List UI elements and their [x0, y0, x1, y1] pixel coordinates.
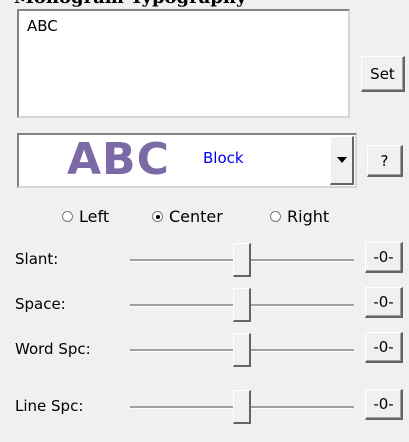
radio-circle-icon	[62, 211, 73, 222]
radio-circle-icon	[270, 211, 281, 222]
space-label: Space:	[15, 295, 66, 313]
monogram-text-input[interactable]: ABC	[17, 9, 350, 118]
align-right-radio[interactable]: Right	[270, 207, 329, 226]
chevron-down-icon	[336, 157, 347, 163]
line-spacing-reset-button[interactable]: -0-	[365, 389, 403, 420]
word-spacing-slider-thumb[interactable]	[233, 333, 251, 367]
set-button[interactable]: Set	[361, 56, 405, 92]
slant-label: Slant:	[15, 250, 59, 268]
font-name-label: Block	[203, 149, 244, 167]
dropdown-button[interactable]	[330, 136, 354, 185]
align-center-label: Center	[169, 207, 223, 226]
slant-slider-thumb[interactable]	[233, 243, 251, 277]
space-slider-thumb[interactable]	[233, 288, 251, 322]
font-style-dropdown[interactable]: ABC Block	[17, 133, 357, 188]
align-left-radio[interactable]: Left	[62, 207, 109, 226]
align-left-label: Left	[79, 207, 110, 226]
radio-selected-icon	[152, 211, 163, 222]
font-preview: ABC	[67, 134, 170, 185]
align-center-radio[interactable]: Center	[152, 207, 223, 226]
word-spacing-label: Word Spc:	[15, 340, 91, 358]
word-spacing-reset-button[interactable]: -0-	[365, 332, 403, 363]
align-right-label: Right	[287, 207, 330, 226]
line-spacing-slider-thumb[interactable]	[233, 390, 251, 424]
window-title: Monogram Typography	[14, 0, 374, 8]
space-reset-button[interactable]: -0-	[365, 287, 403, 318]
slant-reset-button[interactable]: -0-	[365, 242, 403, 273]
help-button[interactable]: ?	[367, 145, 403, 177]
line-spacing-label: Line Spc:	[15, 397, 84, 415]
